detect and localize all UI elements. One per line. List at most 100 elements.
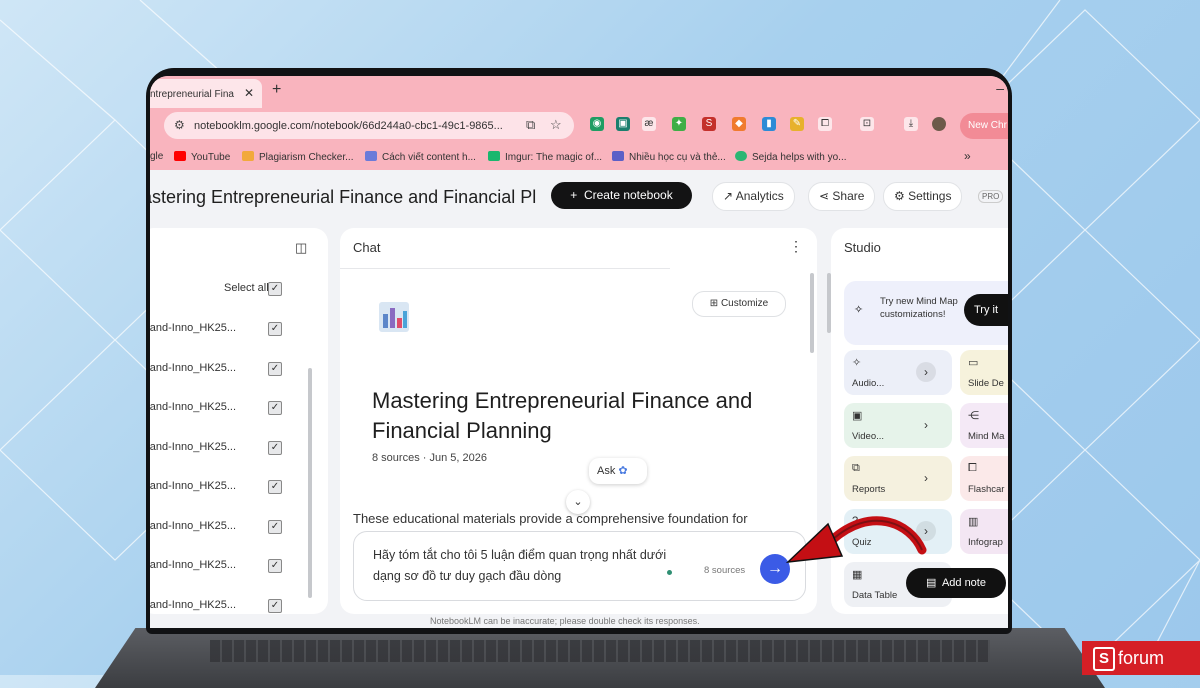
- bookmarks-overflow[interactable]: »: [964, 149, 971, 163]
- extension-icon-1[interactable]: ◉: [590, 117, 604, 131]
- bookmark-item[interactable]: Sejda helps with yo...: [735, 151, 847, 163]
- tab-search-icon[interactable]: ⊡: [860, 117, 874, 131]
- ask-button[interactable]: Ask ✿: [589, 458, 647, 484]
- extension-icon-8[interactable]: ✎: [790, 117, 804, 131]
- bookmark-item[interactable]: Plagiarism Checker...: [242, 151, 353, 163]
- try-it-button[interactable]: Try it: [964, 294, 1008, 326]
- url-text[interactable]: notebooklm.google.com/notebook/66d244a0-…: [194, 120, 503, 132]
- source-item[interactable]: e-and-Inno_HK25...: [150, 520, 236, 532]
- tile-label: Data Table: [852, 590, 898, 601]
- source-checkbox[interactable]: ✓: [268, 361, 282, 376]
- extension-icon-4[interactable]: ✦: [672, 117, 686, 131]
- slide-deck-tile[interactable]: ▭ Slide De: [960, 350, 1008, 395]
- analytics-button[interactable]: ↗ Analytics: [712, 182, 795, 211]
- bookmark-item[interactable]: Nhiều học cụ và thẻ...: [612, 151, 726, 163]
- source-item[interactable]: e-and-Inno_HK25...: [150, 559, 236, 571]
- chevron-right-icon[interactable]: ›: [916, 468, 936, 488]
- source-item[interactable]: e-and-Inno_HK25...: [150, 401, 236, 413]
- infographic-icon: ▥: [968, 516, 979, 528]
- annotation-arrow: [785, 516, 927, 563]
- status-dot: [667, 570, 672, 575]
- pro-badge: PRO: [978, 190, 1004, 203]
- avatar[interactable]: [932, 117, 946, 131]
- minimize-icon[interactable]: –: [996, 80, 1004, 96]
- close-icon[interactable]: ✕: [244, 86, 254, 100]
- source-count: 8 sources: [704, 565, 746, 576]
- bookmark-icon: [242, 151, 254, 161]
- chat-input[interactable]: Hãy tóm tắt cho tôi 5 luận điểm quan trọ…: [353, 531, 806, 601]
- flashcards-tile[interactable]: ⧠ Flashcar: [960, 456, 1008, 501]
- extension-icon-5[interactable]: S: [702, 117, 716, 131]
- source-checkbox[interactable]: ✓: [268, 440, 282, 455]
- notebook-title[interactable]: astering Entrepreneurial Finance and Fin…: [150, 187, 536, 208]
- audio-overview-icon: ✧: [852, 357, 862, 369]
- tile-label: Mind Ma: [968, 431, 1005, 442]
- select-all-checkbox[interactable]: ✓: [268, 282, 282, 296]
- flashcards-icon: ⧠: [968, 462, 977, 474]
- tile-label: Video...: [852, 431, 885, 442]
- scrollbar[interactable]: [827, 273, 831, 333]
- bookmark-item[interactable]: gle: [150, 151, 163, 162]
- bookmark-star-icon[interactable]: ☆: [550, 117, 562, 133]
- install-icon[interactable]: ⧉: [526, 117, 535, 133]
- extension-icon-2[interactable]: ▣: [616, 117, 630, 131]
- infographic-tile[interactable]: ▥ Infograp: [960, 509, 1008, 554]
- bookmark-item[interactable]: Imgur: The magic of...: [488, 151, 602, 163]
- browser-tab[interactable]: ntrepreneurial Fina ✕: [150, 79, 262, 108]
- source-checkbox[interactable]: ✓: [268, 559, 282, 573]
- source-checkbox[interactable]: ✓: [268, 401, 282, 415]
- source-item[interactable]: e-and-Inno_HK25...: [150, 441, 236, 453]
- source-item[interactable]: e-and-Inno_HK25...: [150, 599, 236, 611]
- tab-title: ntrepreneurial Fina: [150, 89, 234, 100]
- extension-icon-3[interactable]: æ: [642, 117, 656, 131]
- source-checkbox[interactable]: ✓: [268, 322, 282, 336]
- address-bar-row: ⚙ notebooklm.google.com/notebook/66d244a…: [150, 108, 1008, 144]
- bookmark-item[interactable]: Cách viết content h...: [365, 151, 476, 163]
- collapse-panel-icon[interactable]: ◫: [295, 240, 307, 256]
- chevron-right-icon[interactable]: ›: [916, 415, 936, 435]
- promo-text: Try new Mind Map customizations!: [880, 296, 958, 320]
- extension-icon-7[interactable]: ▮: [762, 117, 776, 131]
- scrollbar[interactable]: [810, 273, 814, 353]
- more-options-icon[interactable]: ⋮: [789, 238, 803, 255]
- download-icon[interactable]: ⤓: [904, 117, 918, 131]
- customize-button[interactable]: ⊞ Customize: [692, 291, 786, 317]
- bookmark-item[interactable]: YouTube: [174, 151, 230, 163]
- source-checkbox[interactable]: ✓: [268, 519, 282, 534]
- select-all-label: Select all: [224, 282, 269, 294]
- new-chrome-button[interactable]: New Chr: [960, 113, 1008, 139]
- notebook-heading: Mastering Entrepreneurial Finance and Fi…: [372, 388, 753, 443]
- chat-input-text[interactable]: Hãy tóm tắt cho tôi 5 luận điểm quan trọ…: [373, 545, 688, 587]
- puzzle-icon[interactable]: ⧠: [818, 117, 832, 131]
- create-notebook-button[interactable]: + Create notebook: [551, 182, 692, 209]
- site-info-icon[interactable]: ⚙: [174, 118, 185, 132]
- audio-overview-tile[interactable]: ✧ Audio... ›: [844, 350, 952, 395]
- source-checkbox[interactable]: ✓: [268, 598, 282, 613]
- mind-map-tile[interactable]: ⋲ Mind Ma: [960, 403, 1008, 448]
- notebook-header: astering Entrepreneurial Finance and Fin…: [150, 170, 1008, 226]
- bookmark-icon: [612, 151, 624, 161]
- share-button[interactable]: ⋖ Share: [808, 182, 876, 211]
- tile-label: Slide De: [968, 378, 1004, 389]
- customize-icon: ⊞: [709, 298, 719, 309]
- sources-panel: ◫ Select all ✓ e-and-Inno_HK25... ✓ e-and-…: [150, 228, 328, 614]
- video-overview-icon: ▣: [852, 410, 863, 422]
- source-item[interactable]: e-and-Inno_HK25...: [150, 322, 236, 334]
- reports-tile[interactable]: ⧉ Reports ›: [844, 456, 952, 501]
- extension-icon-6[interactable]: ◆: [732, 117, 746, 131]
- source-item[interactable]: e-and-Inno_HK25...: [150, 362, 236, 374]
- video-overview-tile[interactable]: ▣ Video... ›: [844, 403, 952, 448]
- scrollbar[interactable]: [308, 368, 312, 598]
- share-icon: ⋖: [819, 189, 830, 203]
- source-item[interactable]: e-and-Inno_HK25...: [150, 480, 236, 492]
- settings-button[interactable]: ⚙ Settings: [883, 182, 963, 211]
- divider: [340, 268, 670, 269]
- new-tab-button[interactable]: +: [272, 81, 281, 99]
- disclaimer: NotebookLM can be inaccurate; please dou…: [430, 616, 700, 626]
- reports-icon: ⧉: [852, 462, 860, 474]
- chevron-right-icon[interactable]: ›: [916, 362, 936, 382]
- mind-map-promo: ✧ Try new Mind Map customizations! Try i…: [844, 281, 1008, 345]
- notebook-summary: These educational materials provide a co…: [353, 511, 748, 526]
- source-checkbox[interactable]: ✓: [268, 480, 282, 494]
- omnibox[interactable]: ⚙ notebooklm.google.com/notebook/66d244a…: [164, 112, 574, 139]
